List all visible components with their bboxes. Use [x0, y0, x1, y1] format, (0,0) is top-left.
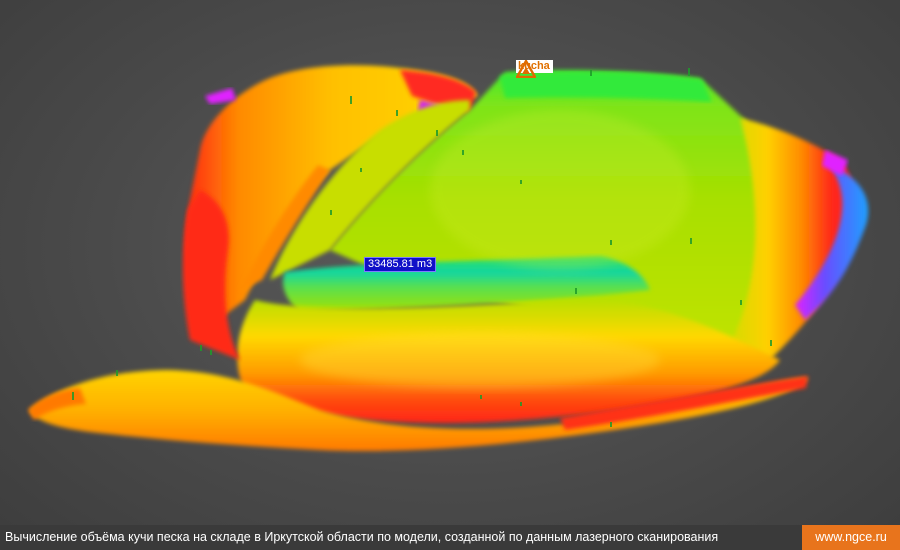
surface-highlight — [430, 110, 690, 270]
sand-pile-model — [28, 65, 869, 452]
warning-triangle-icon — [516, 60, 536, 78]
point-cloud-viewport[interactable]: kucha 33485.81 m3 — [0, 0, 900, 525]
site-link[interactable]: www.ngce.ru — [802, 525, 900, 550]
front-yellow-highlight — [300, 332, 660, 388]
footer-bar: Вычисление объёма кучи песка на складе в… — [0, 525, 900, 550]
station-marker[interactable]: kucha — [516, 60, 553, 78]
image-caption: Вычисление объёма кучи песка на складе в… — [0, 525, 802, 550]
volume-measurement-label: 33485.81 m3 — [364, 257, 437, 272]
left-back-mound-magenta-edge — [205, 88, 236, 104]
